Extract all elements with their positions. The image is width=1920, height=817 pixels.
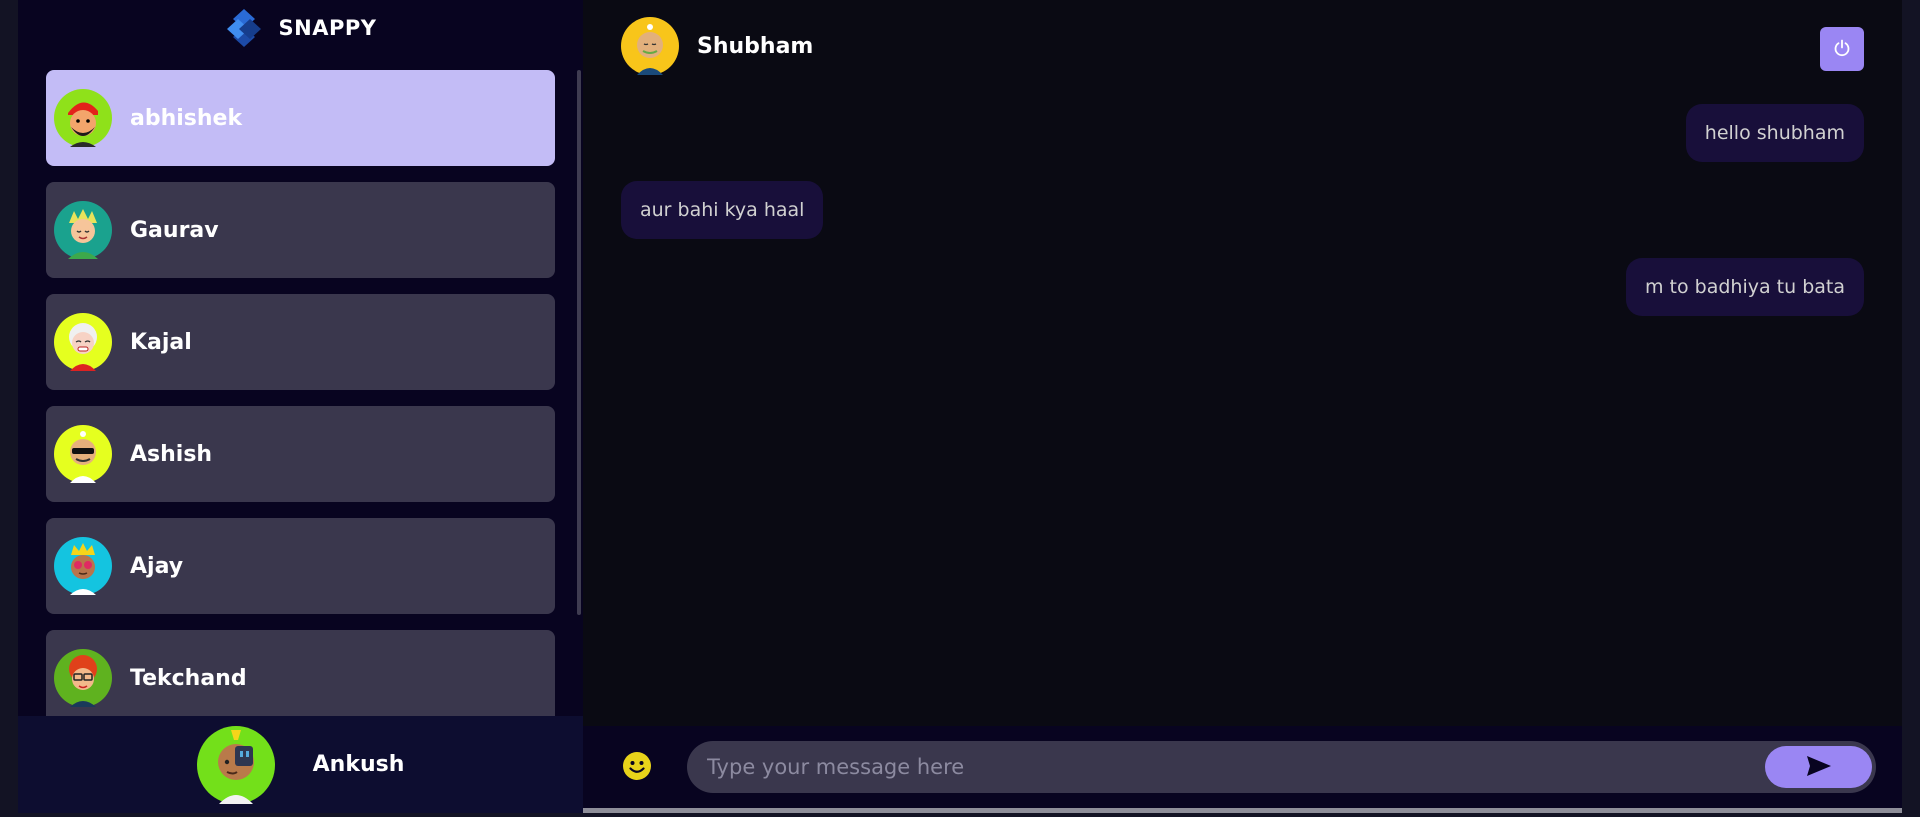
chat-contact: Shubham	[621, 17, 813, 75]
chat-contact-name: Shubham	[697, 33, 814, 59]
avatar	[54, 89, 112, 147]
chat-contact-avatar	[621, 17, 679, 75]
message-input-container	[687, 741, 1876, 793]
contact-item-ajay[interactable]: Ajay	[46, 518, 555, 614]
contact-name: Kajal	[130, 329, 192, 355]
message-received: aur bahi kya haal	[621, 181, 1864, 239]
contact-name: Tekchand	[130, 665, 247, 691]
sidebar-scrollbar[interactable]	[577, 70, 581, 615]
current-user-name: Ankush	[312, 752, 405, 777]
logout-button[interactable]	[1820, 27, 1864, 71]
message-input[interactable]	[707, 755, 1765, 779]
contact-item-gaurav[interactable]: Gaurav	[46, 182, 555, 278]
emoji-icon	[622, 751, 652, 784]
contact-name: Ajay	[130, 553, 184, 579]
message-sent: hello shubham	[621, 104, 1864, 162]
sidebar: SNAPPY abhishek Gaurav Kajal Ashish Ajay…	[18, 0, 583, 813]
message-bubble: m to badhiya tu bata	[1625, 258, 1864, 316]
send-icon	[1806, 755, 1832, 780]
message-list: hello shubham aur bahi kya haal m to bad…	[583, 92, 1902, 726]
power-icon	[1832, 38, 1852, 61]
app-container: SNAPPY abhishek Gaurav Kajal Ashish Ajay…	[18, 0, 1902, 813]
message-bubble: hello shubham	[1685, 104, 1864, 162]
chat-header: Shubham	[583, 0, 1902, 92]
contact-item-tekchand[interactable]: Tekchand	[46, 630, 555, 716]
message-sent: m to badhiya tu bata	[621, 258, 1864, 316]
emoji-picker-button[interactable]	[621, 751, 653, 783]
message-bubble: aur bahi kya haal	[621, 181, 824, 239]
avatar	[54, 649, 112, 707]
chat-input-bar	[583, 726, 1902, 813]
brand-title: SNAPPY	[278, 16, 377, 40]
avatar	[54, 537, 112, 595]
current-user-panel: Ankush	[18, 716, 583, 813]
brand: SNAPPY	[18, 0, 583, 54]
contact-name: Gaurav	[130, 217, 219, 243]
contact-name: abhishek	[130, 105, 243, 131]
contact-item-abhishek[interactable]: abhishek	[46, 70, 555, 166]
contact-item-ashish[interactable]: Ashish	[46, 406, 555, 502]
chat-panel: Shubham hello shubham aur bahi kya haal …	[583, 0, 1902, 813]
avatar	[54, 313, 112, 371]
send-button[interactable]	[1765, 746, 1872, 788]
current-user-avatar	[196, 725, 275, 804]
avatar	[54, 201, 112, 259]
snappy-logo-icon	[225, 7, 263, 49]
avatar	[54, 425, 112, 483]
contact-name: Ashish	[130, 441, 213, 467]
contact-list[interactable]: abhishek Gaurav Kajal Ashish Ajay Tekcha…	[18, 54, 583, 716]
contact-item-kajal[interactable]: Kajal	[46, 294, 555, 390]
